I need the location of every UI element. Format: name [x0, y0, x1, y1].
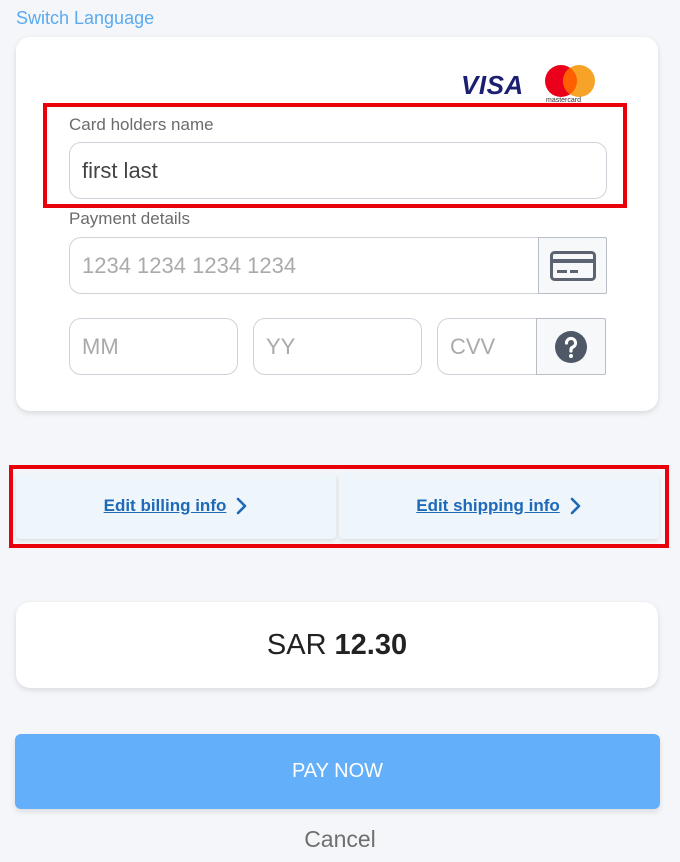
cancel-link[interactable]: Cancel	[0, 826, 680, 853]
cvv-help-icon[interactable]	[536, 318, 606, 375]
expiry-year-input[interactable]	[253, 318, 422, 375]
card-number-input[interactable]	[69, 237, 539, 294]
currency-label: SAR	[266, 628, 327, 661]
payment-details-label: Payment details	[69, 209, 190, 228]
visa-logo: VISA	[461, 70, 524, 100]
highlight-frame-info	[9, 465, 669, 548]
cvv-input[interactable]	[437, 318, 537, 375]
amount-panel: SAR 12.30	[16, 602, 658, 688]
pay-now-button[interactable]: PAY NOW	[15, 734, 660, 809]
expiry-month-input[interactable]	[69, 318, 238, 375]
credit-card-icon	[538, 237, 607, 294]
highlight-frame-cardholder	[43, 103, 627, 208]
switch-language-link[interactable]: Switch Language	[16, 8, 154, 29]
amount-value: 12.30	[334, 628, 408, 661]
